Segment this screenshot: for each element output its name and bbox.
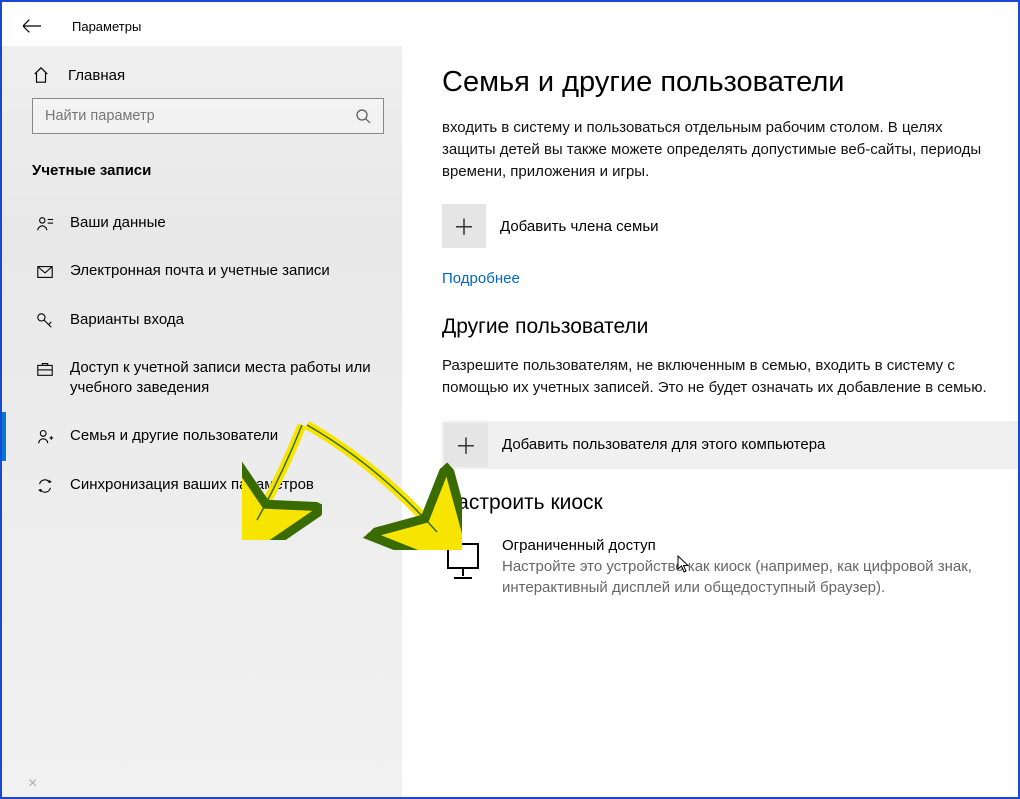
sidebar-item-label: Варианты входа [70, 310, 184, 330]
add-other-user-row[interactable]: ＋ Добавить пользователя для этого компью… [442, 421, 1018, 469]
other-users-description: Разрешите пользователям, не включенным в… [442, 355, 988, 399]
search-icon [355, 108, 371, 124]
sidebar-item-label: Ваши данные [70, 213, 166, 233]
add-family-label: Добавить члена семьи [500, 218, 659, 235]
kiosk-heading: Настроить киоск [442, 491, 988, 515]
family-icon [36, 428, 54, 446]
search-field[interactable] [45, 108, 347, 124]
sidebar-item-your-info[interactable]: Ваши данные [2, 199, 402, 247]
other-users-heading: Другие пользователи [442, 315, 988, 339]
app-title: Параметры [72, 19, 141, 34]
family-description: входить в систему и пользоваться отдельн… [442, 117, 988, 182]
home-label: Главная [68, 67, 125, 84]
sidebar-item-email[interactable]: Электронная почта и учетные записи [2, 247, 402, 295]
kiosk-description: Настройте это устройство как киоск (напр… [502, 556, 988, 598]
sidebar-item-sync[interactable]: Синхронизация ваших параметров [2, 461, 402, 509]
search-input[interactable] [32, 98, 384, 134]
kiosk-row[interactable]: Ограниченный доступ Настройте это устрой… [442, 537, 988, 598]
key-icon [36, 312, 54, 330]
sync-icon [36, 477, 54, 495]
sidebar-item-signin[interactable]: Варианты входа [2, 296, 402, 344]
home-icon [32, 66, 50, 84]
content-pane: Семья и другие пользователи входить в си… [402, 46, 1018, 797]
sidebar-item-label: Синхронизация ваших параметров [70, 475, 314, 495]
page-title: Семья и другие пользователи [442, 66, 988, 99]
close-stray-icon: × [28, 775, 37, 793]
plus-icon: ＋ [444, 423, 488, 467]
kiosk-title: Ограниченный доступ [502, 537, 988, 554]
sidebar-item-label: Электронная почта и учетные записи [70, 261, 330, 281]
sidebar-item-label: Доступ к учетной записи места работы или… [70, 358, 384, 399]
sidebar-item-label: Семья и другие пользователи [70, 426, 278, 446]
sidebar: Главная Учетные записи Ваши данные [2, 46, 402, 797]
person-icon [36, 215, 54, 233]
section-title: Учетные записи [2, 134, 402, 185]
sidebar-item-family[interactable]: Семья и другие пользователи [2, 412, 402, 460]
plus-icon: ＋ [442, 204, 486, 248]
add-other-label: Добавить пользователя для этого компьюте… [502, 436, 825, 453]
mail-icon [36, 263, 54, 281]
briefcase-icon [36, 360, 54, 378]
sidebar-item-workplace[interactable]: Доступ к учетной записи места работы или… [2, 344, 402, 413]
add-family-row[interactable]: ＋ Добавить члена семьи [442, 204, 988, 248]
home-nav[interactable]: Главная [2, 56, 402, 98]
back-button[interactable] [22, 16, 42, 36]
more-link[interactable]: Подробнее [442, 270, 988, 287]
kiosk-icon [442, 540, 484, 582]
